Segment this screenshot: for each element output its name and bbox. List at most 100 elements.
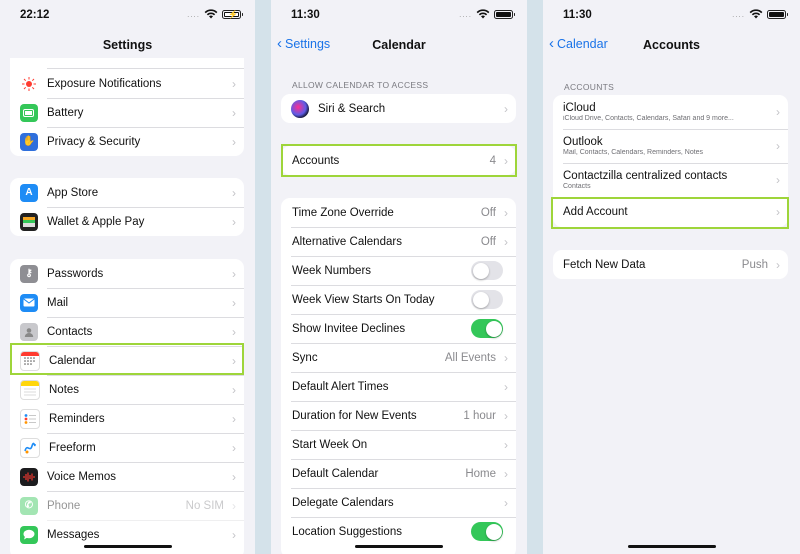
calendar-option-row[interactable]: Week View Starts On Today xyxy=(281,285,516,314)
account-row-contactzilla[interactable]: Contactzilla centralized contacts Contac… xyxy=(553,163,788,197)
settings-item-privacy[interactable]: ✋ Privacy & Security › xyxy=(10,127,244,156)
settings-item-label: Mail xyxy=(47,296,69,309)
account-row-icloud[interactable]: iCloud iCloud Drive, Contacts, Calendars… xyxy=(553,95,788,129)
settings-item-battery[interactable]: Battery › xyxy=(10,98,244,127)
chevron-right-icon: › xyxy=(232,105,236,120)
accounts-list: iCloud iCloud Drive, Contacts, Calendars… xyxy=(553,95,788,227)
chevron-right-icon: › xyxy=(232,214,236,229)
account-row-outlook[interactable]: Outlook Mail, Contacts, Calendars, Remin… xyxy=(553,129,788,163)
option-label: Alternative Calendars xyxy=(292,235,402,248)
fetch-value: Push xyxy=(741,258,768,271)
accounts-screen: 11:30 .... ‹ Calendar Accounts ACCOUNTS … xyxy=(543,0,800,554)
siri-search-row[interactable]: Siri & Search › xyxy=(281,94,516,123)
calendar-option-row[interactable]: Alternative Calendars Off › xyxy=(281,227,516,256)
settings-item-voice-memos[interactable]: Voice Memos › xyxy=(10,462,244,491)
add-account-row[interactable]: Add Account › xyxy=(553,197,788,227)
settings-item-label: Voice Memos xyxy=(47,470,117,483)
option-label: Week Numbers xyxy=(292,264,372,277)
settings-item-freeform[interactable]: Freeform › xyxy=(10,433,244,462)
toggle-switch[interactable] xyxy=(471,261,503,280)
option-label: Time Zone Override xyxy=(292,206,394,219)
account-name: Outlook xyxy=(563,136,603,148)
chevron-right-icon: › xyxy=(504,101,508,116)
calendar-option-row[interactable]: Start Week On › xyxy=(281,430,516,459)
chevron-right-icon: › xyxy=(776,139,780,153)
fetch-new-data-row[interactable]: Fetch New Data Push › xyxy=(553,250,788,279)
settings-item-app-store[interactable]: A App Store › xyxy=(10,178,244,207)
chevron-right-icon: › xyxy=(232,382,236,397)
settings-group-1: Exposure Notifications › Battery › ✋ Pri… xyxy=(10,58,244,156)
chevron-right-icon: › xyxy=(776,257,780,272)
toggle-switch[interactable] xyxy=(471,522,503,541)
option-label: Location Suggestions xyxy=(292,525,402,538)
status-time: 11:30 xyxy=(291,9,320,21)
settings-item-label: Wallet & Apple Pay xyxy=(47,215,145,228)
voice-memos-icon xyxy=(20,467,38,486)
status-bar: 22:12 .... ⚡ xyxy=(0,0,255,30)
option-value: 1 hour xyxy=(463,409,496,422)
chevron-right-icon: › xyxy=(232,353,236,368)
section-header: ALLOW CALENDAR TO ACCESS xyxy=(292,80,429,90)
chevron-right-icon: › xyxy=(504,350,508,365)
settings-item-label: Battery xyxy=(47,106,84,119)
calendar-option-row[interactable]: Week Numbers xyxy=(281,256,516,285)
cellular-signal-icon: .... xyxy=(459,9,472,19)
accounts-label: Accounts xyxy=(292,154,340,167)
option-label: Duration for New Events xyxy=(292,409,417,422)
page-title: Calendar xyxy=(372,38,426,52)
siri-group: Siri & Search › xyxy=(281,94,516,123)
status-bar: 11:30 .... xyxy=(543,0,800,30)
chevron-right-icon: › xyxy=(232,440,236,455)
accounts-group: Accounts 4 › xyxy=(281,146,516,175)
settings-item-calendar[interactable]: Calendar › xyxy=(10,346,244,375)
settings-item-wallet[interactable]: Wallet & Apple Pay › xyxy=(10,207,244,236)
chevron-right-icon: › xyxy=(504,205,508,220)
option-label: Default Calendar xyxy=(292,467,379,480)
settings-item-label: Passwords xyxy=(47,267,104,280)
calendar-settings-screen: 11:30 .... ‹ Settings Calendar ALLOW CAL… xyxy=(271,0,527,554)
settings-item-label: Phone xyxy=(47,499,81,512)
chevron-right-icon: › xyxy=(232,498,236,513)
settings-group-3: ⚷ Passwords › Mail › Contacts › Calendar… xyxy=(10,259,244,554)
app-store-icon: A xyxy=(20,183,38,202)
calendar-option-row[interactable]: Default Alert Times › xyxy=(281,372,516,401)
calendar-option-row[interactable]: Location Suggestions xyxy=(281,517,516,546)
contacts-icon xyxy=(20,322,38,341)
accounts-row[interactable]: Accounts 4 › xyxy=(281,146,516,175)
chevron-right-icon: › xyxy=(504,495,508,510)
settings-item-phone[interactable]: ✆ Phone No SIM › xyxy=(10,491,244,520)
chevron-right-icon: › xyxy=(504,234,508,249)
mail-icon xyxy=(20,293,38,312)
calendar-option-row[interactable]: Time Zone Override Off › xyxy=(281,198,516,227)
chevron-right-icon: › xyxy=(232,527,236,542)
calendar-option-row[interactable]: Duration for New Events 1 hour › xyxy=(281,401,516,430)
phone-icon: ✆ xyxy=(20,496,38,515)
calendar-option-row[interactable]: Sync All Events › xyxy=(281,343,516,372)
calendar-option-row[interactable]: Delegate Calendars › xyxy=(281,488,516,517)
settings-item-passwords[interactable]: ⚷ Passwords › xyxy=(10,259,244,288)
settings-item-mail[interactable]: Mail › xyxy=(10,288,244,317)
status-bar: 11:30 .... xyxy=(271,0,527,30)
chevron-right-icon: › xyxy=(776,173,780,187)
calendar-option-row[interactable]: Default Calendar Home › xyxy=(281,459,516,488)
chevron-right-icon: › xyxy=(232,134,236,149)
toggle-switch[interactable] xyxy=(471,290,503,309)
account-name: iCloud xyxy=(563,102,596,114)
settings-item-label: Reminders xyxy=(49,412,105,425)
battery-icon xyxy=(20,103,38,122)
hand-icon: ✋ xyxy=(20,132,38,151)
notes-icon xyxy=(20,379,40,400)
settings-item-exposure[interactable]: Exposure Notifications › xyxy=(10,69,244,98)
settings-item-contacts[interactable]: Contacts › xyxy=(10,317,244,346)
settings-item-value: No SIM xyxy=(185,499,224,512)
page-title: Accounts xyxy=(643,38,700,52)
settings-item-notes[interactable]: Notes › xyxy=(10,375,244,404)
settings-item-reminders[interactable]: Reminders › xyxy=(10,404,244,433)
toggle-switch[interactable] xyxy=(471,319,503,338)
settings-item-label: Messages xyxy=(47,528,100,541)
calendar-options-group: Time Zone Override Off › Alternative Calend… xyxy=(281,198,516,554)
fetch-group: Fetch New Data Push › xyxy=(553,250,788,279)
calendar-option-row[interactable]: Show Invitee Declines xyxy=(281,314,516,343)
chevron-right-icon: › xyxy=(232,469,236,484)
account-detail: Contacts xyxy=(563,183,591,190)
